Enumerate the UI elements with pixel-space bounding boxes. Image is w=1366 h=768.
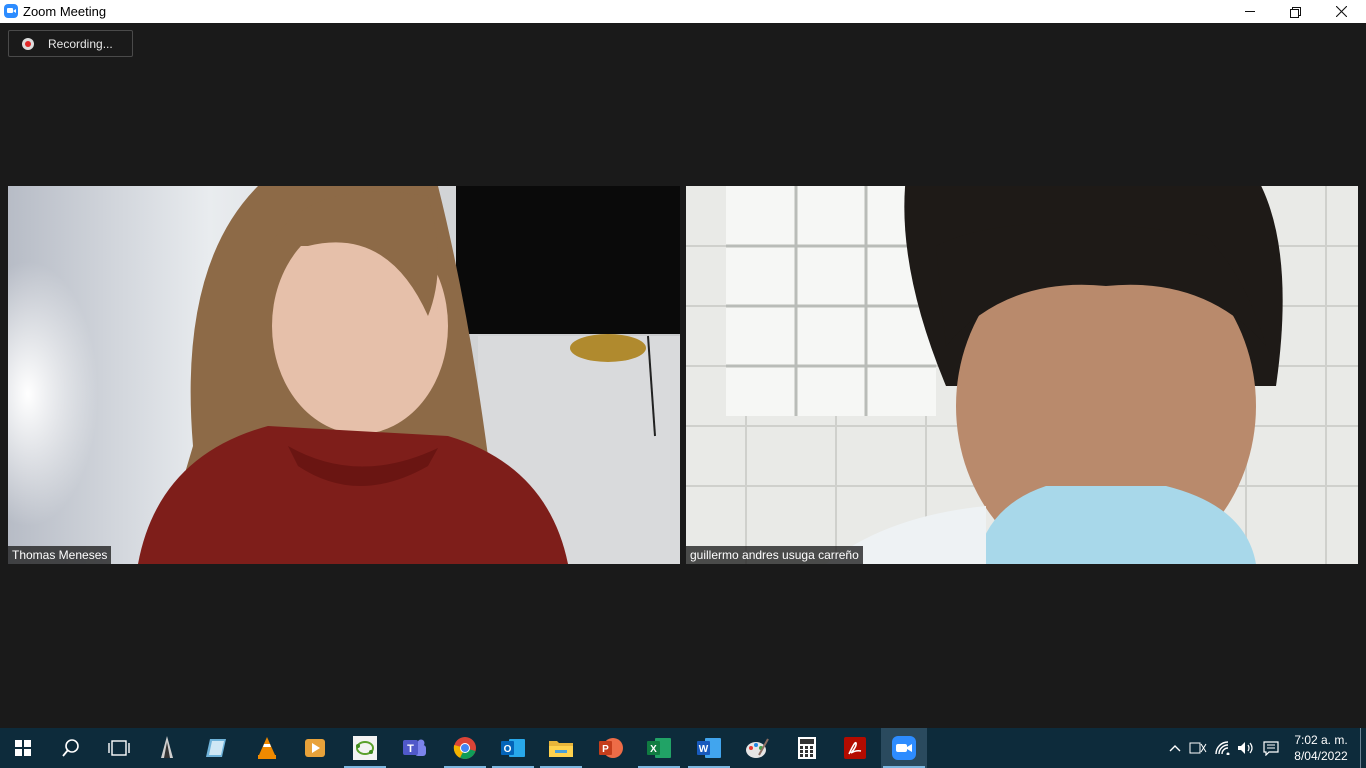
taskbar-app-word[interactable]: W [686, 728, 732, 768]
taskbar-app-teams[interactable]: T [392, 728, 438, 768]
outlook-icon: O [501, 739, 525, 757]
taskbar-app-file-explorer[interactable] [538, 728, 584, 768]
video-tile-participant-1[interactable]: Thomas Meneses [8, 186, 680, 564]
geogebra-icon [353, 736, 377, 760]
powerpoint-icon: P [599, 738, 623, 758]
taskbar-app-geogebra[interactable] [342, 728, 388, 768]
minimize-button[interactable] [1227, 0, 1273, 23]
participant-name-tag: guillermo andres usuga carreño [686, 546, 863, 564]
input-method-indicator[interactable] [1187, 728, 1209, 768]
participant-1-video [8, 186, 680, 564]
recording-indicator[interactable]: Recording... [8, 30, 133, 57]
chevron-up-icon [1169, 745, 1181, 752]
svg-text:O: O [504, 744, 512, 755]
acrobat-icon [844, 737, 866, 759]
clock-time: 7:02 a. m. [1294, 733, 1348, 747]
taskbar-clock[interactable]: 7:02 a. m. 8/04/2022 [1288, 732, 1354, 764]
taskbar-app-zoom[interactable] [881, 728, 927, 768]
network-status[interactable] [1212, 728, 1234, 768]
taskbar-app-excel[interactable]: X [636, 728, 682, 768]
taskbar: T O P X W 7:02 a. m. 8/04/2022 [0, 728, 1366, 768]
search-button[interactable] [48, 728, 94, 768]
word-icon: W [697, 738, 721, 758]
taskbar-app-chrome[interactable] [442, 728, 488, 768]
taskbar-app-inkscape[interactable] [144, 728, 190, 768]
keyboard-language-icon [1189, 742, 1207, 754]
notes-icon [206, 739, 226, 757]
taskbar-app-notes[interactable] [194, 728, 240, 768]
participant-name-tag: Thomas Meneses [8, 546, 112, 564]
chrome-icon [453, 737, 476, 759]
restore-icon [1290, 6, 1301, 18]
taskbar-app-calculator[interactable] [784, 728, 830, 768]
paint-icon [746, 738, 769, 758]
taskbar-app-paint[interactable] [734, 728, 780, 768]
taskbar-app-acrobat[interactable] [832, 728, 878, 768]
participant-2-video [686, 186, 1358, 564]
zoom-icon [892, 736, 916, 760]
svg-text:P: P [602, 744, 609, 755]
window-title-bar: Zoom Meeting [0, 0, 1366, 23]
excel-icon: X [647, 738, 671, 758]
wifi-icon [1215, 741, 1230, 755]
clock-date: 8/04/2022 [1294, 749, 1348, 763]
calculator-icon [798, 737, 816, 759]
inkscape-icon [161, 736, 173, 758]
close-icon [1335, 6, 1347, 17]
notification-icon [1263, 740, 1279, 756]
teams-icon: T [403, 739, 426, 756]
minimize-icon [1245, 11, 1255, 12]
vlc-icon [258, 737, 276, 759]
windows-start-icon [15, 740, 31, 756]
speaker-icon [1238, 742, 1253, 754]
taskbar-app-vlc[interactable] [244, 728, 290, 768]
taskbar-app-powerpoint[interactable]: P [588, 728, 634, 768]
window-title: Zoom Meeting [23, 4, 107, 19]
zoom-icon [4, 4, 18, 18]
volume-control[interactable] [1235, 728, 1257, 768]
svg-text:T: T [407, 743, 414, 755]
start-button[interactable] [0, 728, 46, 768]
show-desktop-button[interactable] [1360, 728, 1361, 768]
action-center-button[interactable] [1259, 728, 1283, 768]
show-hidden-icons-button[interactable] [1164, 728, 1186, 768]
taskbar-app-outlook[interactable]: O [490, 728, 536, 768]
svg-text:W: W [699, 744, 709, 755]
close-button[interactable] [1318, 0, 1364, 23]
taskbar-app-media-player[interactable] [292, 728, 338, 768]
task-view-icon [108, 740, 130, 756]
media-player-icon [305, 739, 325, 757]
folder-icon [549, 741, 573, 757]
recording-dot-icon [22, 37, 34, 50]
recording-label: Recording... [48, 36, 113, 51]
task-view-button[interactable] [96, 728, 142, 768]
svg-text:X: X [650, 744, 657, 755]
search-icon [62, 739, 79, 757]
video-tile-participant-2[interactable]: guillermo andres usuga carreño [686, 186, 1358, 564]
restore-button[interactable] [1272, 0, 1318, 23]
